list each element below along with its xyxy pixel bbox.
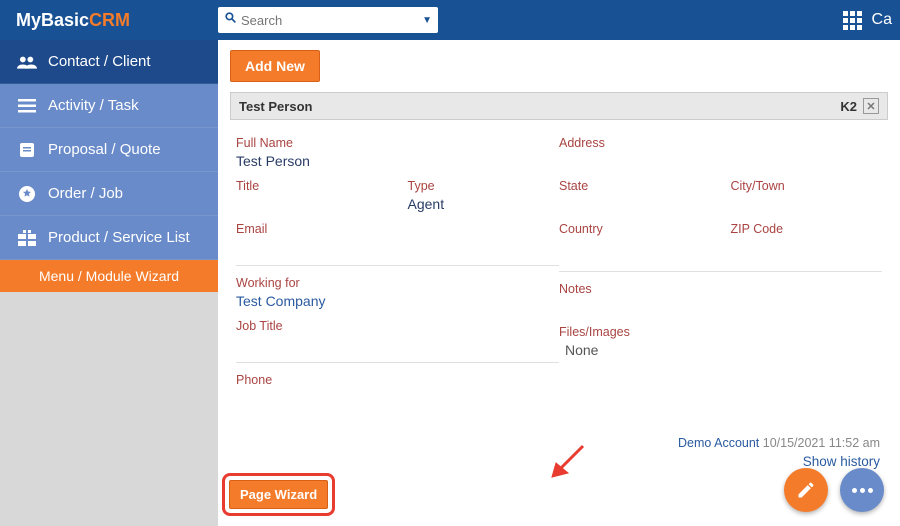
gift-icon (14, 230, 40, 246)
value-country (559, 239, 711, 255)
record-header: Test Person K2 ✕ (230, 92, 888, 120)
apps-grid-icon[interactable] (843, 11, 862, 30)
sidebar: Contact / Client Activity / Task Proposa… (0, 40, 218, 526)
label-files: Files/Images (559, 325, 882, 339)
label-phone: Phone (236, 373, 559, 387)
meta-account-link[interactable]: Demo Account (678, 436, 759, 450)
value-jobtitle (236, 336, 559, 352)
more-icon (852, 488, 873, 493)
star-circle-icon (14, 185, 40, 203)
meta-timestamp: 10/15/2021 11:52 am (763, 436, 880, 450)
value-fullname: Test Person (236, 153, 559, 169)
record-title: Test Person (239, 99, 312, 114)
arrow-annotation (548, 441, 588, 486)
value-citytown (731, 196, 883, 212)
sidebar-item-label: Proposal / Quote (48, 141, 161, 158)
label-zip: ZIP Code (731, 222, 883, 236)
value-email (236, 239, 559, 255)
menu-module-wizard-button[interactable]: Menu / Module Wizard (0, 260, 218, 292)
close-icon[interactable]: ✕ (863, 98, 879, 114)
calendar-link[interactable]: Ca (872, 11, 892, 29)
label-jobtitle: Job Title (236, 319, 559, 333)
value-type: Agent (408, 196, 560, 212)
record-code: K2 (840, 99, 857, 114)
sidebar-item-proposal[interactable]: Proposal / Quote (0, 128, 218, 172)
value-title (236, 196, 388, 212)
sidebar-item-contact[interactable]: Contact / Client (0, 40, 218, 84)
main-panel: Add New Test Person K2 ✕ Full Name Test … (218, 40, 900, 526)
search-box[interactable]: ▼ (218, 7, 438, 33)
list-icon (14, 99, 40, 113)
edit-fab[interactable] (784, 468, 828, 512)
label-email: Email (236, 222, 559, 236)
page-wizard-highlight: Page Wizard (222, 473, 335, 516)
label-citytown: City/Town (731, 179, 883, 193)
label-fullname: Full Name (236, 136, 559, 150)
value-phone (236, 390, 559, 406)
label-workingfor: Working for (236, 276, 559, 290)
label-address: Address (559, 136, 882, 150)
topbar: MyBasicCRM ▼ Ca (0, 0, 900, 40)
label-notes: Notes (559, 282, 882, 296)
people-icon (14, 54, 40, 70)
sidebar-item-order[interactable]: Order / Job (0, 172, 218, 216)
search-input[interactable] (241, 13, 422, 28)
label-title: Title (236, 179, 388, 193)
value-state (559, 196, 711, 212)
add-new-button[interactable]: Add New (230, 50, 320, 82)
sidebar-item-label: Order / Job (48, 185, 123, 202)
value-notes (559, 299, 882, 315)
sidebar-item-product[interactable]: Product / Service List (0, 216, 218, 260)
label-country: Country (559, 222, 711, 236)
sidebar-item-activity[interactable]: Activity / Task (0, 84, 218, 128)
value-workingfor[interactable]: Test Company (236, 293, 559, 309)
pencil-icon (796, 480, 816, 500)
page-wizard-button[interactable]: Page Wizard (229, 480, 328, 509)
label-state: State (559, 179, 711, 193)
label-type: Type (408, 179, 560, 193)
more-fab[interactable] (840, 468, 884, 512)
value-files: None (559, 342, 882, 358)
search-icon (224, 11, 237, 29)
document-icon (14, 142, 40, 158)
sidebar-item-label: Product / Service List (48, 229, 190, 246)
value-zip (731, 239, 883, 255)
value-address (559, 153, 882, 169)
sidebar-item-label: Activity / Task (48, 97, 139, 114)
caret-down-icon[interactable]: ▼ (422, 15, 432, 26)
sidebar-item-label: Contact / Client (48, 53, 151, 70)
logo: MyBasicCRM (8, 10, 218, 31)
